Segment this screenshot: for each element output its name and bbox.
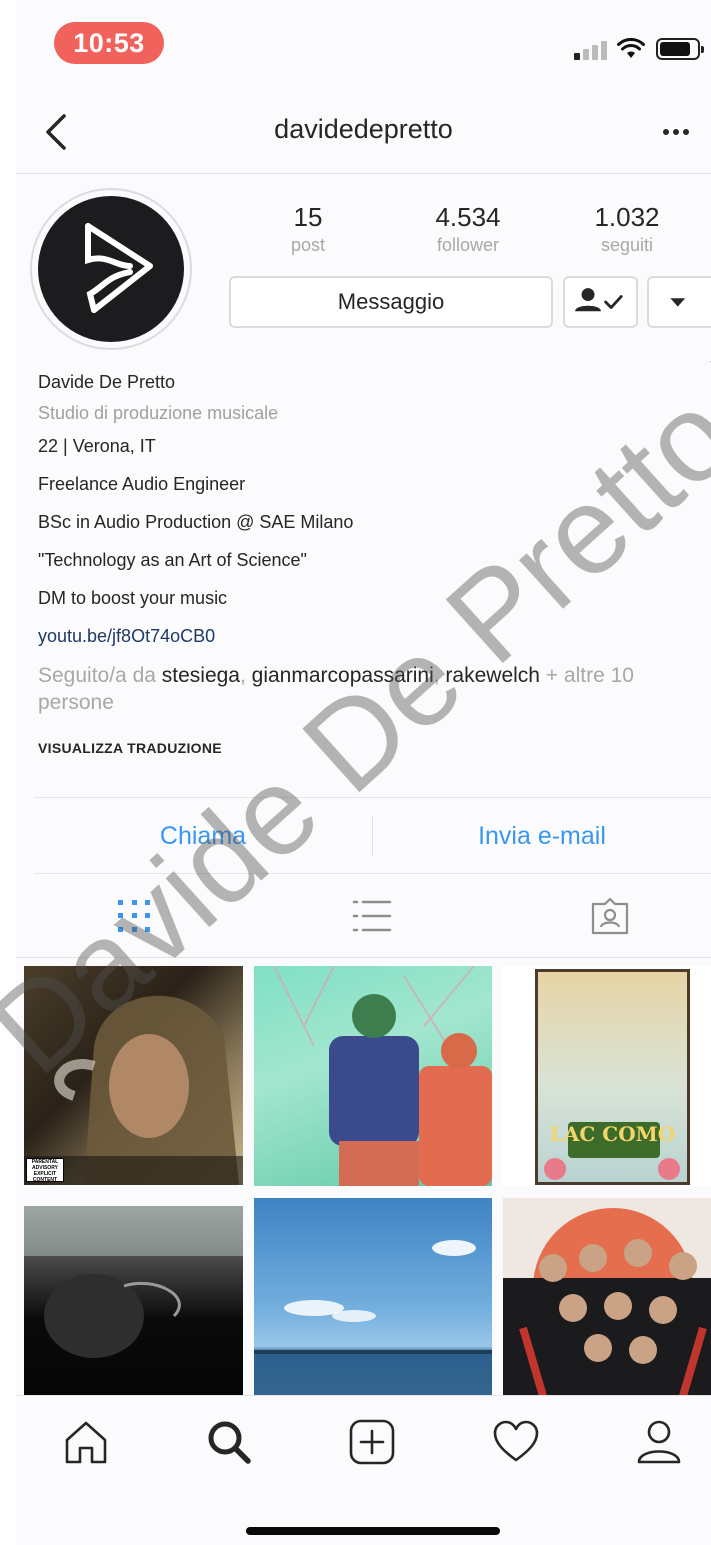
status-bar: 10:53 <box>16 0 711 92</box>
post-thumbnail[interactable] <box>254 1198 492 1396</box>
bio-link[interactable]: youtu.be/jf8Ot74oCB0 <box>38 626 698 647</box>
wifi-icon <box>617 38 645 58</box>
following-button[interactable] <box>563 276 638 328</box>
following-count: 1.032 <box>594 202 660 232</box>
post-image <box>24 995 243 1185</box>
status-time[interactable]: 10:53 <box>54 22 164 64</box>
post-thumbnail[interactable] <box>503 1198 711 1396</box>
post-image <box>254 1240 492 1354</box>
post-thumbnail[interactable] <box>254 966 492 1186</box>
profile-category: Studio di produzione musicale <box>38 403 279 423</box>
bio-line: BSc in Audio Production @ SAE Milano <box>38 512 354 532</box>
followers-count: 4.534 <box>435 202 501 232</box>
home-icon[interactable] <box>62 1418 110 1466</box>
cellular-signal-icon <box>574 40 608 60</box>
post-image <box>24 1206 243 1358</box>
profile-screen: 10:53 davidedepretto 15 post 4.534 follo… <box>16 0 711 1545</box>
home-indicator[interactable] <box>246 1527 500 1535</box>
tagged-icon[interactable] <box>590 896 630 936</box>
page-title: davidedepretto <box>274 114 453 144</box>
contact-bar: Chiama Invia e-mail <box>34 797 711 874</box>
stat-posts[interactable]: 15 post <box>248 202 368 256</box>
parental-advisory-label: PARENTAL ADVISORY EXPLICIT CONTENT <box>26 1158 64 1182</box>
follower-username[interactable]: rakewelch <box>445 664 540 687</box>
post-thumbnail[interactable] <box>24 1206 243 1396</box>
post-thumbnail[interactable]: LAC COMO <box>503 966 711 1186</box>
posts-label: post <box>290 235 326 255</box>
lac-como-poster: LAC COMO <box>535 969 690 1185</box>
bottom-tab-bar <box>16 1395 711 1545</box>
post-thumbnail[interactable]: PARENTAL ADVISORY EXPLICIT CONTENT <box>24 966 243 1185</box>
bio-line: "Technology as an Art of Science" <box>38 550 307 570</box>
post-image <box>273 966 492 1186</box>
search-icon[interactable] <box>205 1418 253 1466</box>
list-icon[interactable] <box>352 896 392 936</box>
battery-icon <box>656 38 704 60</box>
more-options-icon[interactable] <box>661 120 691 144</box>
email-button[interactable]: Invia e-mail <box>373 798 711 875</box>
profile-view-tabs <box>16 874 711 958</box>
brand-logo-icon <box>85 223 153 313</box>
profile-name: Davide De Pretto <box>38 372 176 392</box>
stat-followers[interactable]: 4.534 follower <box>408 202 528 256</box>
poster-title: LAC COMO <box>549 1122 676 1146</box>
see-translation-link[interactable]: VISUALIZZA TRADUZIONE <box>38 740 222 756</box>
followed-by-separator: , <box>433 664 446 687</box>
follower-username[interactable]: gianmarcopassarini <box>252 664 434 687</box>
bio-line: 22 | Verona, IT <box>38 436 156 456</box>
profile-nav-bar: davidedepretto <box>16 92 711 174</box>
activity-heart-icon[interactable] <box>492 1418 540 1466</box>
bio-line: Freelance Audio Engineer <box>38 474 246 494</box>
posts-count: 15 <box>293 202 323 232</box>
post-image <box>503 1208 711 1396</box>
followed-by-separator: , <box>239 664 252 687</box>
call-button[interactable]: Chiama <box>34 798 372 875</box>
posts-grid: PARENTAL ADVISORY EXPLICIT CONTENT LAC C… <box>24 966 711 1396</box>
following-label: seguiti <box>600 235 654 255</box>
follower-username[interactable]: stesiega <box>162 664 240 687</box>
followers-label: follower <box>436 235 500 255</box>
followed-by-prefix: Seguito/a da <box>38 664 162 687</box>
user-check-icon <box>575 288 623 312</box>
chevron-down-icon <box>670 298 686 307</box>
suggestions-dropdown-button[interactable] <box>647 276 711 328</box>
followed-by-text[interactable]: Seguito/a da stesiega, gianmarcopassarin… <box>38 662 688 716</box>
stat-following[interactable]: 1.032 seguiti <box>567 202 687 256</box>
bio-line: DM to boost your music <box>38 588 228 608</box>
message-button[interactable]: Messaggio <box>229 276 553 328</box>
avatar[interactable] <box>38 196 184 342</box>
grid-icon[interactable] <box>114 896 154 936</box>
profile-icon[interactable] <box>635 1418 683 1466</box>
add-post-icon[interactable] <box>348 1418 396 1466</box>
